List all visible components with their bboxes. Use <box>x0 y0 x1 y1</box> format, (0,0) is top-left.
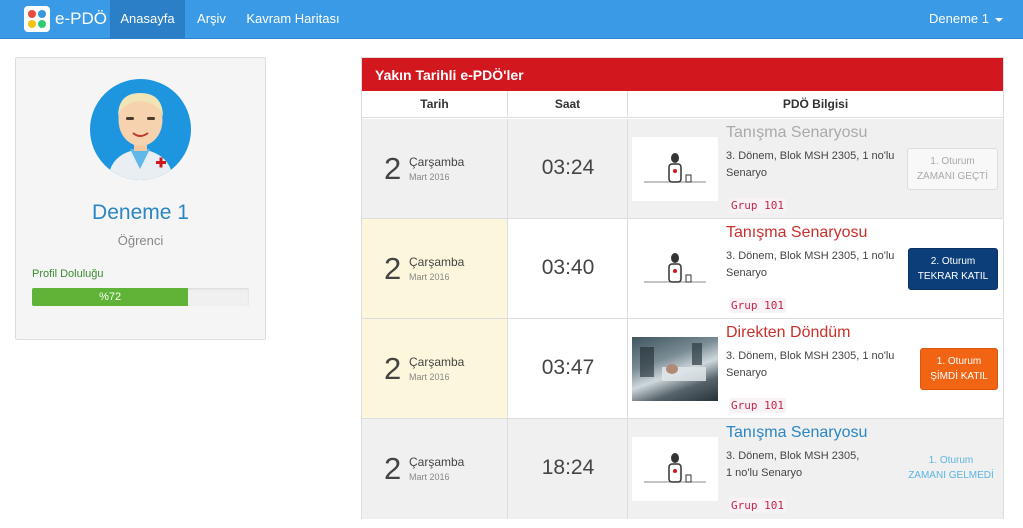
user-menu[interactable]: Deneme 1 <box>929 0 1003 39</box>
nav-item-arsiv[interactable]: Arşiv <box>185 0 238 39</box>
scenario-description: 3. Dönem, Blok MSH 2305, 1 no'lu Senaryo <box>726 450 860 479</box>
row-month: Mart 2016 <box>409 272 450 282</box>
scenario-thumbnail <box>632 437 718 501</box>
hospital-bed-icon <box>640 343 706 381</box>
nav-item-kavram-haritasi[interactable]: Kavram Haritası <box>238 0 348 39</box>
rejoin-session-button[interactable]: 2. Oturum TEKRAR KATIL <box>908 248 998 290</box>
session-label: 1. Oturum <box>930 156 975 167</box>
session-label: 1. Oturum <box>928 455 974 466</box>
header-date: Tarih <box>362 91 508 118</box>
scenario-thumbnail <box>632 137 718 201</box>
brand[interactable]: e-PDÖ <box>24 5 107 33</box>
scenario-title[interactable]: Direkten Döndüm <box>726 324 851 342</box>
profile-card: Deneme 1 Öğrenci Profil Doluluğu %72 <box>15 57 266 340</box>
table-header: Tarih Saat PDÖ Bilgisi <box>362 91 1003 118</box>
panel-title: Yakın Tarihli e-PDÖ'ler <box>362 58 1003 91</box>
figure-icon <box>644 153 706 183</box>
table-row: 2 Çarşamba Mart 2016 03:40 Tanışma Senar… <box>362 219 1003 319</box>
chevron-down-icon <box>995 17 1003 22</box>
progress-bar-fill: %72 <box>32 288 189 306</box>
header-info: PDÖ Bilgisi <box>782 97 849 111</box>
row-time: 03:24 <box>541 156 595 179</box>
upcoming-sessions-panel: Yakın Tarihli e-PDÖ'ler Tarih Saat PDÖ B… <box>361 57 1004 519</box>
brand-logo-icon <box>24 6 50 32</box>
row-weekday: Çarşamba <box>409 255 465 269</box>
session-action: TEKRAR KATIL <box>917 271 989 282</box>
nav-item-anasayfa[interactable]: Anasayfa <box>110 0 185 39</box>
row-weekday: Çarşamba <box>409 455 465 469</box>
row-day: 2 <box>384 351 402 386</box>
scenario-description: 3. Dönem, Blok MSH 2305, 1 no'lu Senaryo <box>726 150 895 179</box>
row-time: 03:47 <box>541 356 595 379</box>
row-weekday: Çarşamba <box>409 155 465 169</box>
hospital-photo <box>632 337 718 401</box>
row-month: Mart 2016 <box>409 472 450 482</box>
group-badge: Grup 101 <box>729 498 786 513</box>
row-day: 2 <box>384 251 402 286</box>
row-weekday: Çarşamba <box>409 355 465 369</box>
session-status: ZAMANI GEÇTİ <box>916 171 989 182</box>
scenario-description: 3. Dönem, Blok MSH 2305, 1 no'lu Senaryo <box>726 350 895 379</box>
group-badge: Grup 101 <box>729 198 786 213</box>
table-row: 2 Çarşamba Mart 2016 03:47 Direkten Dönd… <box>362 319 1003 419</box>
group-badge: Grup 101 <box>729 298 786 313</box>
row-time: 18:24 <box>541 456 595 479</box>
figure-icon <box>644 253 706 283</box>
scenario-title[interactable]: Tanışma Senaryosu <box>726 124 867 142</box>
header-time: Saat <box>508 91 628 118</box>
avatar <box>90 79 191 180</box>
group-badge: Grup 101 <box>729 398 786 413</box>
scenario-title[interactable]: Tanışma Senaryosu <box>726 224 867 242</box>
profile-name: Deneme 1 <box>92 201 189 224</box>
row-day: 2 <box>384 151 402 186</box>
profile-fill-progress: %72 <box>32 288 249 306</box>
row-month: Mart 2016 <box>409 172 450 182</box>
scenario-thumbnail <box>632 237 718 301</box>
session-label: 2. Oturum <box>930 256 976 267</box>
session-time-passed-button: 1. Oturum ZAMANI GEÇTİ <box>907 148 998 190</box>
brand-name: e-PDÖ <box>55 9 107 28</box>
user-name: Deneme 1 <box>929 11 989 26</box>
profile-role: Öğrenci <box>117 233 164 248</box>
scenario-description: 3. Dönem, Blok MSH 2305, 1 no'lu Senaryo <box>726 250 895 279</box>
table-row: 2 Çarşamba Mart 2016 03:24 Tanışma Senar… <box>362 119 1003 219</box>
session-status: ZAMANI GELMEDİ <box>908 470 994 481</box>
row-day: 2 <box>384 451 402 486</box>
join-now-button[interactable]: 1. Oturum ŞİMDİ KATIL <box>920 348 998 390</box>
scenario-title[interactable]: Tanışma Senaryosu <box>726 424 867 442</box>
row-month: Mart 2016 <box>409 372 450 382</box>
top-navbar: e-PDÖ Anasayfa Arşiv Kavram Haritası Den… <box>0 0 1023 39</box>
table-row: 2 Çarşamba Mart 2016 18:24 Tanışma Senar… <box>362 419 1003 519</box>
session-action: ŞİMDİ KATIL <box>930 371 988 382</box>
row-time: 03:40 <box>541 256 595 279</box>
session-not-yet-label: 1. Oturum ZAMANI GELMEDİ <box>902 453 1000 485</box>
session-label: 1. Oturum <box>936 356 982 367</box>
figure-icon <box>644 453 706 483</box>
doctor-avatar-icon <box>108 93 173 180</box>
profile-fill-label: Profil Doluluğu <box>32 268 104 280</box>
